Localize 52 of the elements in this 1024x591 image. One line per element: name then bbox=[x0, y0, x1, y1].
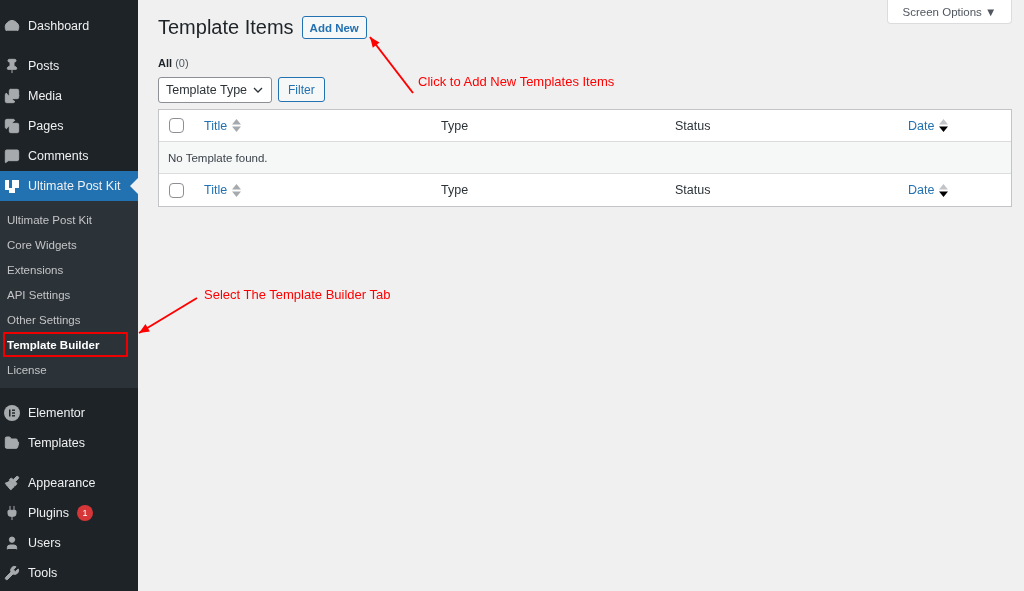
brush-icon bbox=[4, 475, 20, 491]
screen-options-tab[interactable]: Screen Options ▼ bbox=[887, 0, 1012, 24]
sidebar-item[interactable]: Posts bbox=[0, 51, 138, 81]
sortable-column-header[interactable]: Title bbox=[196, 118, 433, 133]
submenu-item[interactable]: Other Settings bbox=[0, 307, 138, 332]
column-header: Type bbox=[440, 118, 470, 133]
sidebar-item[interactable]: Tools bbox=[0, 558, 138, 588]
sidebar-item[interactable]: Elementor bbox=[0, 398, 138, 428]
sortable-column-header[interactable]: Date bbox=[900, 118, 1011, 133]
folder-icon bbox=[4, 435, 20, 451]
sidebar-item[interactable]: Comments bbox=[0, 141, 138, 171]
view-link[interactable]: All bbox=[158, 57, 173, 69]
column-header: Type bbox=[440, 183, 470, 197]
sortable-column-header[interactable]: Date bbox=[900, 183, 1011, 197]
filter-button[interactable]: Filter bbox=[278, 77, 325, 102]
view-count: (0) bbox=[175, 57, 189, 69]
template-type-select[interactable]: Template Type bbox=[158, 77, 272, 103]
sidebar-item[interactable]: Plugins 1 bbox=[0, 498, 138, 528]
empty-message: No Template found. bbox=[167, 151, 269, 164]
select-all-checkbox[interactable] bbox=[169, 118, 184, 133]
highlighted-submenu-item[interactable]: Template Builder bbox=[3, 332, 128, 357]
sidebar-item[interactable]: Appearance bbox=[0, 468, 138, 498]
column-header: Status bbox=[674, 118, 712, 133]
elementor-icon bbox=[4, 405, 20, 421]
submenu-item[interactable]: License bbox=[0, 357, 138, 382]
pages-icon bbox=[4, 118, 20, 134]
update-count-badge: 1 bbox=[77, 505, 93, 521]
sortable-column-header[interactable]: Title bbox=[196, 183, 433, 197]
annotation-text: Click to Add New Templates Items bbox=[418, 74, 615, 89]
sidebar-item[interactable]: Dashboard bbox=[0, 11, 138, 41]
sidebar-item[interactable]: Templates bbox=[0, 428, 138, 458]
submenu-item[interactable]: Extensions bbox=[0, 257, 138, 282]
chevron-down-icon bbox=[253, 85, 264, 95]
annotation-text: Select The Template Builder Tab bbox=[204, 287, 391, 302]
sidebar-item[interactable]: Users bbox=[0, 528, 138, 558]
plug-icon bbox=[4, 505, 20, 521]
select-all-checkbox[interactable] bbox=[169, 182, 184, 198]
submenu-item[interactable]: Core Widgets bbox=[0, 232, 138, 257]
sidebar-item[interactable]: Media bbox=[0, 81, 138, 111]
add-new-button[interactable]: Add New bbox=[301, 16, 367, 39]
submenu-item[interactable]: Ultimate Post Kit bbox=[0, 207, 138, 232]
column-header: Status bbox=[674, 183, 712, 197]
logo-icon bbox=[4, 178, 20, 194]
page-title: Template Items bbox=[158, 16, 294, 39]
images-icon bbox=[4, 88, 20, 104]
sidebar-item[interactable]: Pages bbox=[0, 111, 138, 141]
submenu-item[interactable]: API Settings bbox=[0, 282, 138, 307]
sidebar-item[interactable]: Ultimate Post Kit bbox=[0, 171, 138, 201]
user-icon bbox=[4, 535, 20, 551]
wrench-icon bbox=[4, 565, 20, 581]
comment-icon bbox=[4, 148, 20, 164]
pin-icon bbox=[4, 58, 20, 74]
